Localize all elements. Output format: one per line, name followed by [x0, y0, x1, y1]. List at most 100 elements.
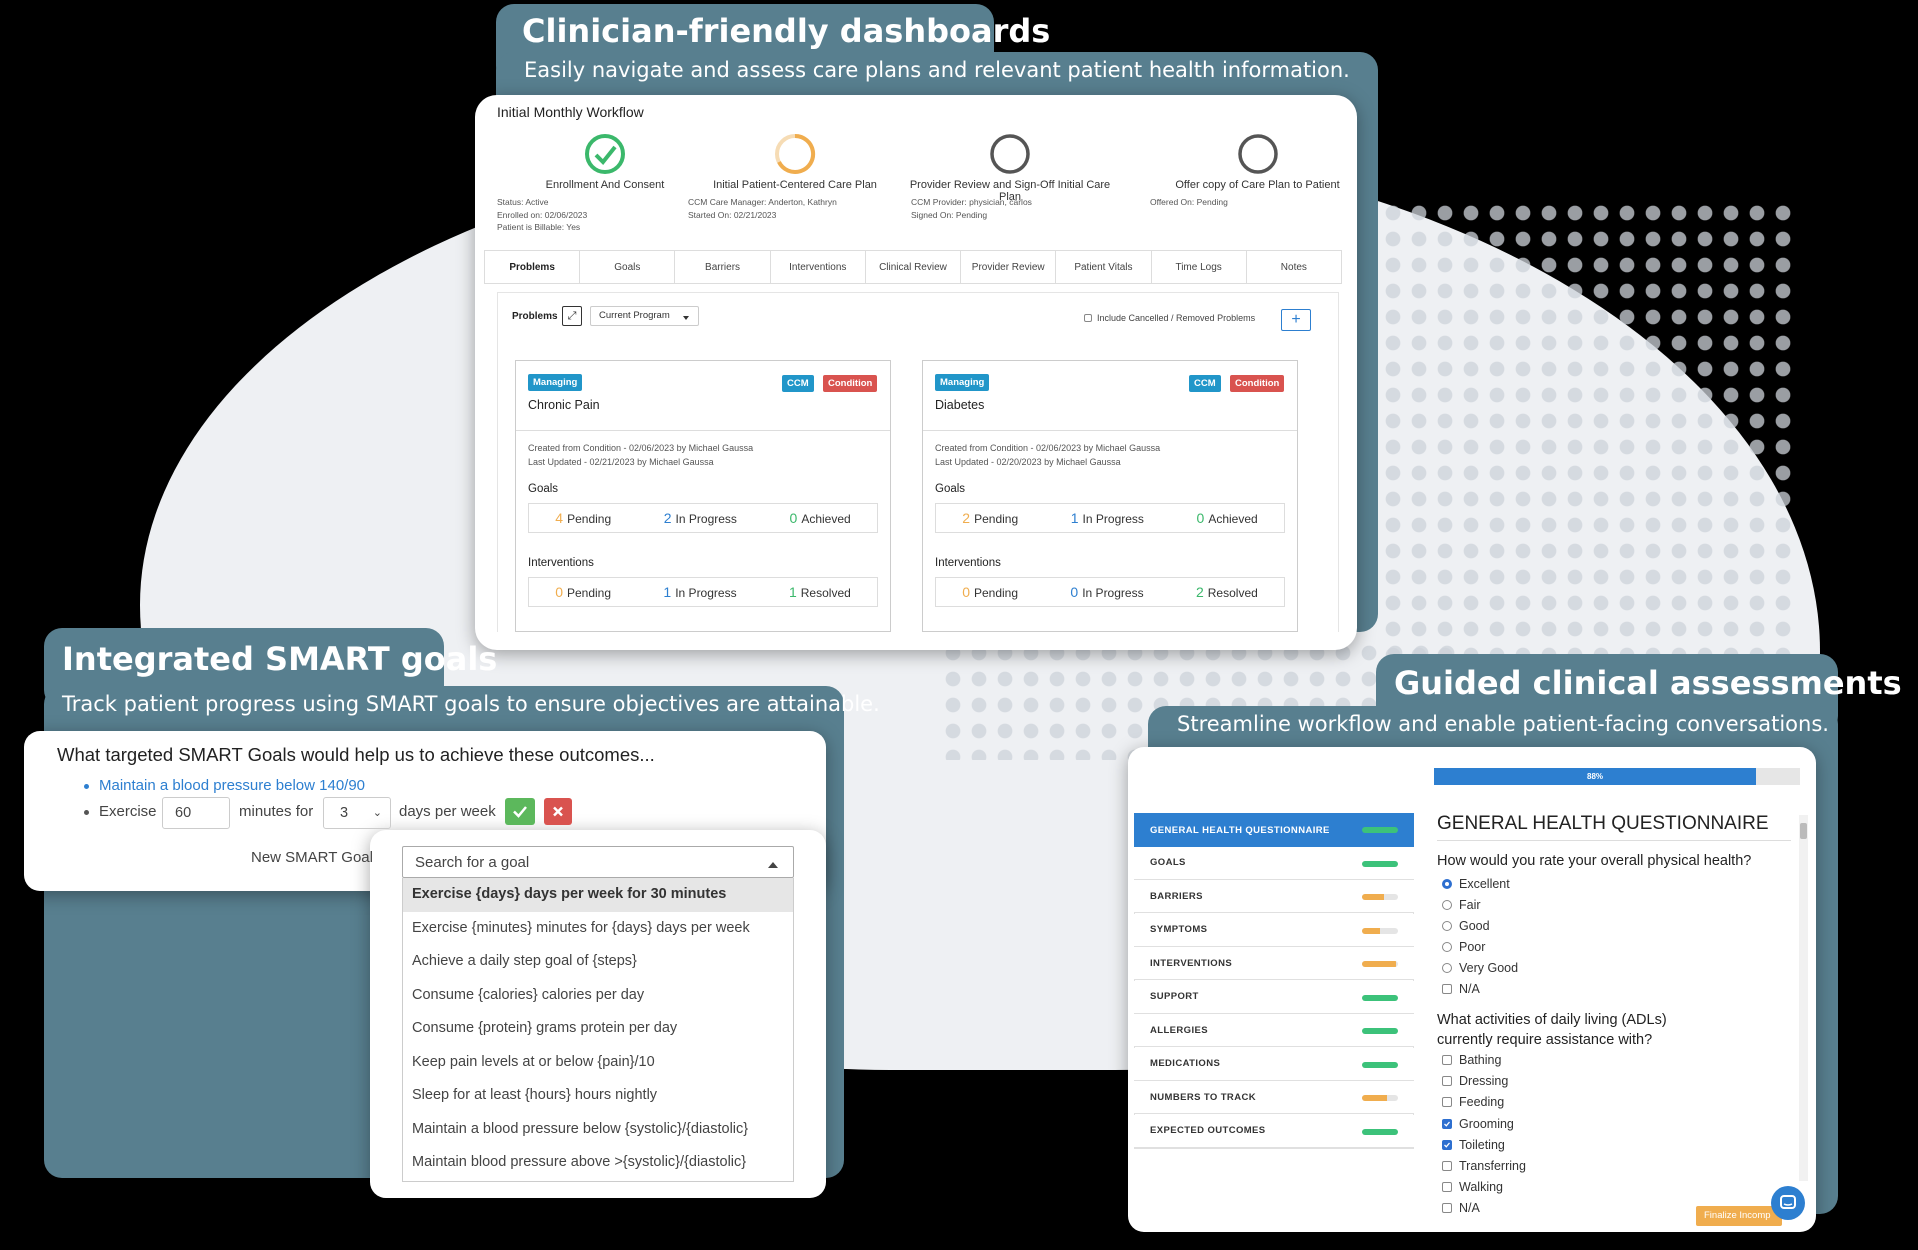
goal-option[interactable]: Achieve a daily step goal of {steps} — [403, 945, 793, 979]
care-plan-tabs: Problems Goals Barriers Interventions Cl… — [484, 250, 1342, 284]
section-item[interactable]: EXPECTED OUTCOMES — [1134, 1114, 1414, 1148]
radio-icon — [1442, 900, 1452, 910]
physical-health-option[interactable]: Very Good — [1442, 961, 1518, 975]
include-cancelled-checkbox[interactable]: Include Cancelled / Removed Problems — [1084, 313, 1255, 323]
goal-option[interactable]: Maintain blood pressure above >{systolic… — [403, 1146, 793, 1180]
tab-notes[interactable]: Notes — [1247, 251, 1341, 283]
interventions-in-progress[interactable]: 0 In Progress — [1070, 584, 1143, 600]
adl-option[interactable]: Bathing — [1442, 1053, 1501, 1067]
scrollbar-track[interactable] — [1799, 815, 1808, 1181]
adl-option[interactable]: Dressing — [1442, 1074, 1508, 1088]
cancel-goal-button[interactable] — [544, 798, 572, 825]
adl-option[interactable]: Toileting — [1442, 1138, 1505, 1152]
adl-option[interactable]: Walking — [1442, 1180, 1503, 1194]
section-progress-bar — [1362, 927, 1398, 934]
tab-provider-review[interactable]: Provider Review — [961, 251, 1057, 283]
physical-health-option[interactable]: N/A — [1442, 982, 1480, 996]
physical-health-option[interactable]: Good — [1442, 919, 1490, 933]
days-select[interactable]: 3 ⌄ — [323, 797, 391, 829]
step-provider-review[interactable]: Provider Review and Sign-Off Initial Car… — [900, 133, 1120, 203]
interventions-stats: 0 Pending 0 In Progress 2 Resolved — [935, 577, 1285, 607]
goal-link[interactable]: Maintain a blood pressure below 140/90 — [99, 777, 365, 794]
section-item[interactable]: BARRIERS — [1134, 880, 1414, 913]
section-item[interactable]: MEDICATIONS — [1134, 1047, 1414, 1081]
checkbox-icon — [1442, 1076, 1452, 1087]
confirm-goal-button[interactable] — [505, 798, 535, 825]
tab-goals[interactable]: Goals — [580, 251, 676, 283]
goal-option[interactable]: Sleep for at least {hours} hours nightly — [403, 1079, 793, 1113]
goals-pending[interactable]: 2 Pending — [962, 510, 1018, 526]
interventions-pending[interactable]: 0 Pending — [555, 584, 611, 600]
physical-health-option[interactable]: Excellent — [1442, 877, 1510, 891]
tab-interventions[interactable]: Interventions — [771, 251, 866, 283]
goals-in-progress[interactable]: 2 In Progress — [664, 510, 737, 526]
section-item[interactable]: GOALS — [1134, 846, 1414, 880]
goal-option[interactable]: Consume {calories} calories per day — [403, 979, 793, 1013]
check-icon — [513, 806, 527, 818]
section-item[interactable]: SYMPTOMS — [1134, 913, 1414, 947]
exercise-label: Exercise — [99, 803, 157, 820]
problem-header — [516, 361, 890, 431]
empty-ring-icon — [990, 134, 1030, 174]
goal-option[interactable]: Consume {protein} grams protein per day — [403, 1012, 793, 1046]
goals-achieved[interactable]: 0 Achieved — [1197, 510, 1258, 526]
section-progress-bar — [1362, 1028, 1398, 1034]
option-label: N/A — [1459, 1201, 1480, 1216]
adl-option[interactable]: N/A — [1442, 1201, 1480, 1215]
section-item[interactable]: GENERAL HEALTH QUESTIONNAIRE — [1134, 813, 1414, 848]
checkbox-icon — [1442, 1182, 1452, 1193]
goal-option[interactable]: Keep pain levels at or below {pain}/10 — [403, 1046, 793, 1080]
section-item[interactable]: INTERVENTIONS — [1134, 947, 1414, 980]
goal-option[interactable]: Exercise {minutes} minutes for {days} da… — [403, 912, 793, 946]
problem-card-chronic-pain[interactable]: Managing CCM Condition Chronic Pain Crea… — [515, 360, 891, 632]
chat-launcher-button[interactable] — [1771, 1186, 1805, 1220]
section-label: MEDICATIONS — [1150, 1058, 1221, 1069]
tab-barriers[interactable]: Barriers — [675, 251, 771, 283]
interventions-resolved[interactable]: 2 Resolved — [1196, 584, 1258, 600]
goals-pending[interactable]: 4 Pending — [555, 510, 611, 526]
interventions-label: Interventions — [528, 557, 594, 569]
checkbox-icon — [1442, 1118, 1452, 1129]
goals-achieved[interactable]: 0 Achieved — [790, 510, 851, 526]
goal-option[interactable]: Maintain a blood pressure below {systoli… — [403, 1113, 793, 1147]
tab-patient-vitals[interactable]: Patient Vitals — [1056, 251, 1152, 283]
tab-problems[interactable]: Problems — [485, 251, 581, 283]
goals-in-progress[interactable]: 1 In Progress — [1071, 510, 1144, 526]
section-progress-bar — [1362, 1095, 1398, 1101]
program-select[interactable]: Current Program — [590, 306, 699, 326]
goal-option[interactable]: Exercise {days} days per week for 30 min… — [403, 878, 793, 912]
adl-option[interactable]: Feeding — [1442, 1095, 1504, 1109]
section-label: BARRIERS — [1150, 890, 1203, 902]
goal-search-select[interactable]: Search for a goal — [402, 846, 794, 878]
option-label: Transferring — [1459, 1159, 1526, 1173]
finalize-button[interactable]: Finalize Incomp — [1696, 1206, 1782, 1226]
section-progress-fill — [1362, 994, 1398, 1001]
step-enrollment[interactable]: Enrollment And Consent — [520, 133, 690, 191]
tab-time-logs[interactable]: Time Logs — [1152, 251, 1247, 283]
minutes-input[interactable]: 60 — [162, 797, 230, 829]
add-problem-button[interactable]: + — [1281, 309, 1311, 331]
section-label: GENERAL HEALTH QUESTIONNAIRE — [1150, 824, 1330, 836]
caret-up-icon — [768, 857, 778, 868]
tab-clinical-review[interactable]: Clinical Review — [866, 251, 962, 283]
section-item[interactable]: ALLERGIES — [1134, 1014, 1414, 1047]
scrollbar-thumb[interactable] — [1800, 823, 1807, 839]
section-label: NUMBERS TO TRACK — [1150, 1091, 1256, 1103]
physical-health-option[interactable]: Fair — [1442, 898, 1481, 912]
step-offer-copy[interactable]: Offer copy of Care Plan to Patient — [1140, 133, 1375, 191]
section-item[interactable]: SUPPORT — [1134, 980, 1414, 1014]
interventions-in-progress[interactable]: 1 In Progress — [663, 584, 736, 600]
adl-option[interactable]: Transferring — [1442, 1159, 1526, 1173]
interventions-resolved[interactable]: 1 Resolved — [789, 584, 851, 600]
section-item[interactable]: NUMBERS TO TRACK — [1134, 1081, 1414, 1114]
checkbox-icon — [1442, 1055, 1452, 1065]
section-progress-bar — [1362, 894, 1398, 900]
physical-health-option[interactable]: Poor — [1442, 940, 1485, 954]
option-label: Dressing — [1459, 1074, 1509, 1089]
step-care-plan[interactable]: Initial Patient-Centered Care Plan — [695, 133, 895, 191]
expand-icon[interactable]: ⤢ — [562, 306, 582, 326]
radio-icon — [1442, 879, 1452, 889]
problem-card-diabetes[interactable]: Managing CCM Condition Diabetes Created … — [922, 360, 1298, 632]
adl-option[interactable]: Grooming — [1442, 1117, 1514, 1131]
interventions-pending[interactable]: 0 Pending — [962, 584, 1018, 600]
